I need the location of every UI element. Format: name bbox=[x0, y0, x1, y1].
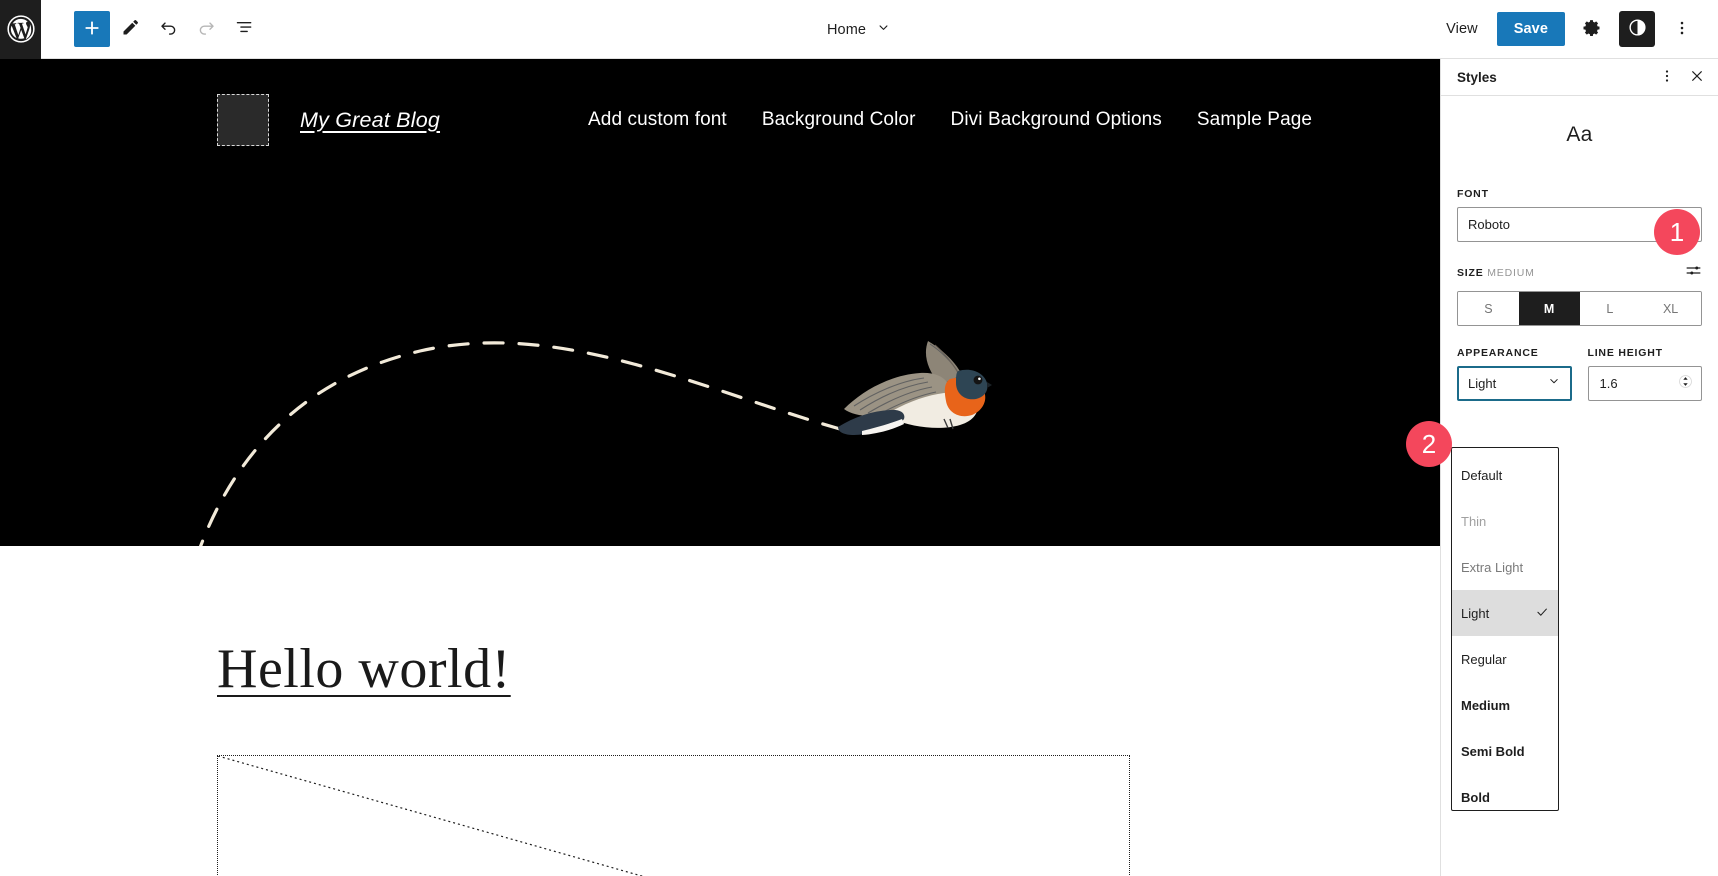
flying-bird-illustration bbox=[838, 341, 992, 435]
font-label: FONT bbox=[1457, 188, 1489, 200]
option-label: Bold bbox=[1461, 789, 1490, 805]
pencil-icon bbox=[120, 17, 141, 41]
redo-button[interactable] bbox=[188, 11, 224, 47]
appearance-label: APPEARANCE bbox=[1457, 347, 1539, 359]
appearance-option-bold[interactable]: Bold bbox=[1452, 774, 1558, 810]
broken-image-placeholder-icon[interactable] bbox=[217, 94, 269, 146]
size-option-s[interactable]: S bbox=[1458, 292, 1519, 325]
option-label: Light bbox=[1461, 605, 1490, 621]
site-navigation: Add custom font Background Color Divi Ba… bbox=[588, 109, 1312, 131]
post-content-area: Hello world! bbox=[0, 546, 1440, 876]
option-label: Semi Bold bbox=[1461, 743, 1525, 759]
site-header: My Great Blog Add custom font Background… bbox=[0, 94, 1440, 146]
nav-item-add-custom-font[interactable]: Add custom font bbox=[588, 109, 727, 131]
size-option-l[interactable]: L bbox=[1579, 292, 1641, 325]
up-down-stepper-icon[interactable] bbox=[1678, 373, 1693, 395]
sliders-icon[interactable] bbox=[1685, 262, 1702, 284]
styles-button[interactable] bbox=[1619, 11, 1655, 47]
line-height-label: LINE HEIGHT bbox=[1587, 347, 1663, 359]
appearance-option-thin[interactable]: Thin bbox=[1452, 498, 1558, 544]
plus-icon bbox=[81, 17, 103, 42]
appearance-option-default[interactable]: Default bbox=[1452, 452, 1558, 498]
size-option-m[interactable]: M bbox=[1518, 292, 1580, 325]
gear-icon bbox=[1582, 18, 1602, 41]
editor-top-bar: Home View Save bbox=[0, 0, 1718, 59]
styles-panel-header: Styles bbox=[1441, 59, 1718, 96]
wordpress-logo-icon bbox=[6, 15, 35, 43]
chevron-down-icon bbox=[876, 20, 891, 39]
option-label: Medium bbox=[1461, 697, 1511, 713]
wordpress-logo-button[interactable] bbox=[0, 0, 41, 59]
line-height-value: 1.6 bbox=[1599, 376, 1618, 391]
contrast-half-circle-icon bbox=[1627, 17, 1648, 41]
save-button[interactable]: Save bbox=[1496, 12, 1565, 46]
annotation-badge-1: 1 bbox=[1654, 209, 1700, 255]
option-label: Extra Light bbox=[1461, 559, 1524, 575]
add-block-button[interactable] bbox=[74, 11, 110, 47]
size-segmented-control[interactable]: S M L XL bbox=[1457, 291, 1702, 326]
top-bar-right-tools: View Save bbox=[1436, 11, 1718, 47]
list-view-icon bbox=[234, 17, 255, 41]
site-title-link[interactable]: My Great Blog bbox=[300, 108, 440, 133]
checkmark-icon bbox=[1535, 605, 1549, 622]
styles-close-button[interactable] bbox=[1682, 62, 1712, 92]
size-value-label: MEDIUM bbox=[1487, 267, 1535, 279]
vertical-ellipsis-icon bbox=[1673, 19, 1691, 40]
redo-arrow-icon bbox=[196, 17, 217, 41]
nav-item-background-color[interactable]: Background Color bbox=[762, 109, 916, 131]
annotation-badge-2: 2 bbox=[1406, 421, 1452, 467]
undo-arrow-icon bbox=[158, 17, 179, 41]
broken-image-placeholder-icon bbox=[218, 756, 644, 876]
appearance-option-semi-bold[interactable]: Semi Bold bbox=[1452, 728, 1558, 774]
appearance-option-regular[interactable]: Regular bbox=[1452, 636, 1558, 682]
styles-sidebar: Styles Aa FONT Roboto SIZE MEDIUM S M L … bbox=[1440, 59, 1718, 876]
option-label: Thin bbox=[1461, 513, 1487, 529]
size-field-group: SIZE MEDIUM S M L XL bbox=[1457, 262, 1702, 326]
appearance-lineheight-row: APPEARANCE Light LINE HEIGHT 1.6 bbox=[1457, 347, 1702, 401]
appearance-select[interactable]: Light bbox=[1457, 366, 1572, 401]
hero-section: My Great Blog Add custom font Background… bbox=[0, 59, 1440, 546]
editor-canvas[interactable]: My Great Blog Add custom font Background… bbox=[0, 59, 1440, 876]
line-height-input[interactable]: 1.6 bbox=[1587, 366, 1702, 401]
typography-preview: Aa bbox=[1566, 123, 1593, 146]
appearance-option-medium[interactable]: Medium bbox=[1452, 682, 1558, 728]
nav-item-divi-background-options[interactable]: Divi Background Options bbox=[951, 109, 1162, 131]
font-select-value: Roboto bbox=[1468, 217, 1510, 232]
more-options-button[interactable] bbox=[1664, 11, 1700, 47]
appearance-dropdown-menu[interactable]: Default Thin Extra Light Light Regular M… bbox=[1451, 447, 1559, 811]
settings-button[interactable] bbox=[1574, 11, 1610, 47]
document-title-button[interactable]: Home bbox=[817, 14, 901, 45]
list-view-button[interactable] bbox=[226, 11, 262, 47]
line-height-field-group: LINE HEIGHT 1.6 bbox=[1587, 347, 1702, 401]
option-label: Regular bbox=[1461, 651, 1507, 667]
size-option-xl[interactable]: XL bbox=[1640, 292, 1701, 325]
size-label: SIZE MEDIUM bbox=[1457, 267, 1535, 279]
appearance-select-value: Light bbox=[1468, 376, 1497, 391]
chevron-down-icon bbox=[1547, 374, 1561, 393]
styles-panel-title: Styles bbox=[1457, 69, 1497, 85]
close-x-icon bbox=[1689, 68, 1705, 87]
post-title[interactable]: Hello world! bbox=[217, 641, 1440, 697]
appearance-option-light[interactable]: Light bbox=[1452, 590, 1558, 636]
appearance-field-group: APPEARANCE Light bbox=[1457, 347, 1572, 401]
appearance-option-extra-light[interactable]: Extra Light bbox=[1452, 544, 1558, 590]
document-title-label: Home bbox=[826, 21, 867, 38]
vertical-ellipsis-icon bbox=[1659, 68, 1675, 87]
site-editor-app: Home View Save My Great Blog Add custom … bbox=[0, 0, 1718, 876]
edit-mode-button[interactable] bbox=[112, 11, 148, 47]
undo-button[interactable] bbox=[150, 11, 186, 47]
view-button[interactable]: View bbox=[1436, 14, 1488, 44]
size-label-text: SIZE bbox=[1457, 267, 1484, 279]
nav-item-sample-page[interactable]: Sample Page bbox=[1197, 109, 1312, 131]
top-bar-left-tools bbox=[41, 11, 262, 47]
option-label: Default bbox=[1461, 467, 1503, 483]
styles-more-button[interactable] bbox=[1652, 62, 1682, 92]
post-image-placeholder[interactable] bbox=[217, 755, 1130, 876]
